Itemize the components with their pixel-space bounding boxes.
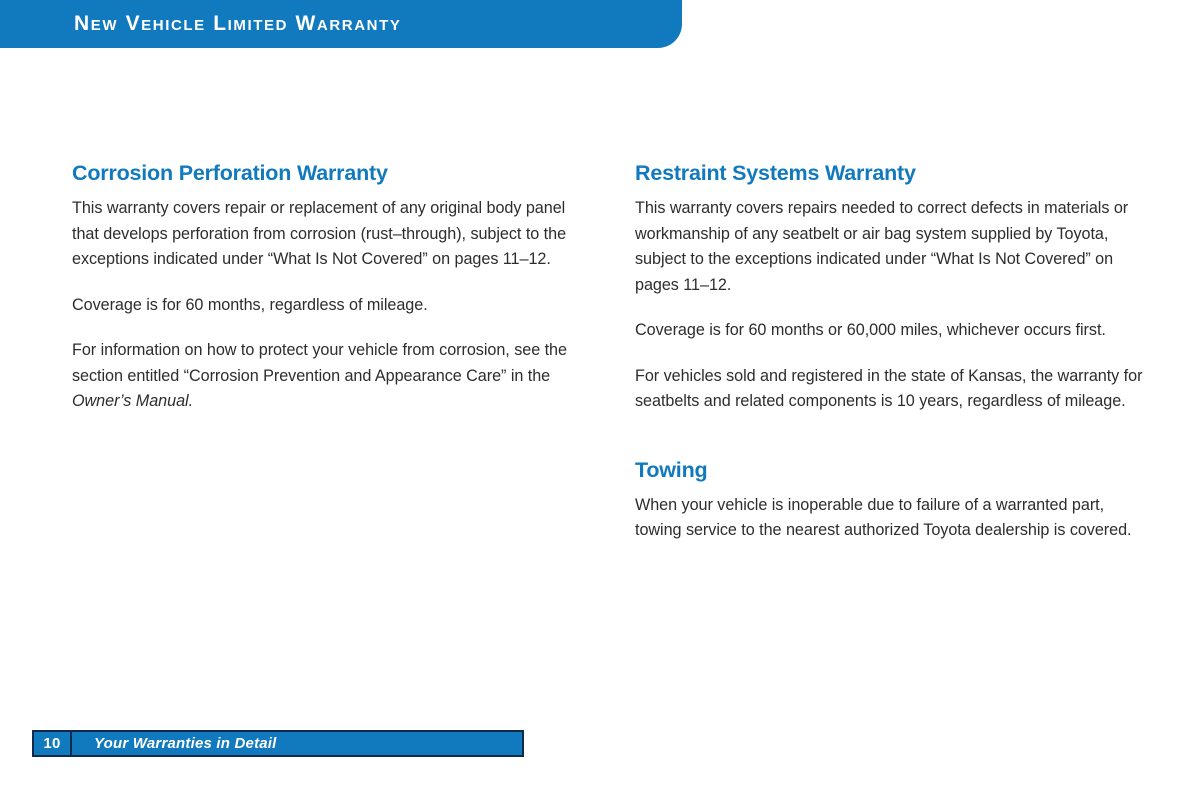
footer-section-label: Your Warranties in Detail bbox=[94, 735, 277, 752]
footer-page-number: 10 bbox=[34, 732, 72, 755]
section-towing: Towing When your vehicle is inoperable d… bbox=[635, 457, 1143, 544]
paragraph-corrosion-coverage-scope: This warranty covers repair or replaceme… bbox=[72, 199, 567, 268]
left-column: Corrosion Perforation Warranty This warr… bbox=[72, 160, 572, 415]
right-column: Restraint Systems Warranty This warranty… bbox=[635, 160, 1143, 544]
heading-restraint-systems-warranty: Restraint Systems Warranty bbox=[635, 161, 916, 185]
heading-towing: Towing bbox=[635, 457, 708, 482]
paragraph-towing-coverage: When your vehicle is inoperable due to f… bbox=[635, 495, 1132, 540]
section-corrosion-perforation-warranty: Corrosion Perforation Warranty This warr… bbox=[72, 160, 572, 415]
paragraph-corrosion-prevention-text: For information on how to protect your v… bbox=[72, 341, 567, 385]
page-footer-bar: 10 Your Warranties in Detail bbox=[32, 730, 524, 757]
paragraph-corrosion-prevention-reference: For information on how to protect your v… bbox=[72, 338, 572, 415]
paragraph-restraint-kansas-exception: For vehicles sold and registered in the … bbox=[635, 366, 1143, 411]
owners-manual-citation: Owner’s Manual. bbox=[72, 392, 194, 410]
paragraph-restraint-coverage-scope: This warranty covers repairs needed to c… bbox=[635, 199, 1129, 294]
heading-corrosion-perforation-warranty: Corrosion Perforation Warranty bbox=[72, 161, 388, 185]
page-content: Corrosion Perforation Warranty This warr… bbox=[0, 0, 1200, 787]
section-restraint-systems-warranty: Restraint Systems Warranty This warranty… bbox=[635, 160, 1143, 415]
paragraph-corrosion-coverage-duration: Coverage is for 60 months, regardless of… bbox=[72, 295, 428, 314]
paragraph-restraint-coverage-duration: Coverage is for 60 months or 60,000 mile… bbox=[635, 321, 1106, 339]
